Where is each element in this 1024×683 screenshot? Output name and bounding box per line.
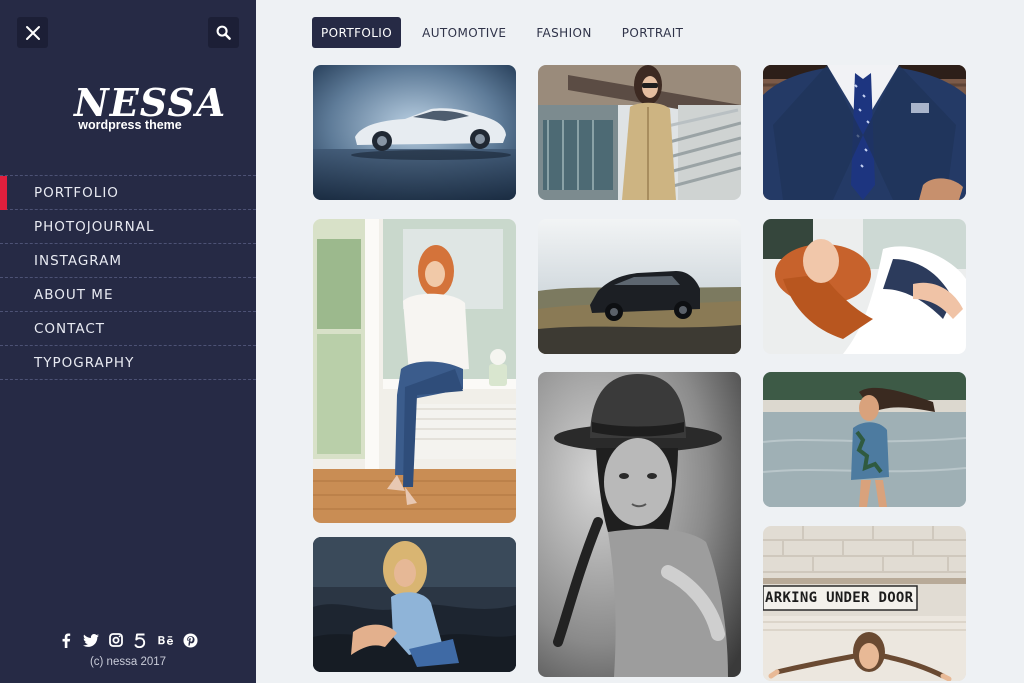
- search-button[interactable]: [208, 17, 239, 48]
- gallery-item-woman-lying[interactable]: [763, 219, 966, 354]
- tab-automotive[interactable]: AUTOMOTIVE: [413, 17, 515, 48]
- woman-rocks-photo: [313, 537, 516, 672]
- gallery-item-swimsuit[interactable]: [763, 372, 966, 507]
- facebook-icon[interactable]: [58, 632, 74, 648]
- nav-item-instagram[interactable]: INSTAGRAM: [0, 244, 256, 278]
- logo-wordmark: NESSA: [74, 80, 227, 125]
- 500px-icon[interactable]: [133, 632, 149, 648]
- instagram-icon[interactable]: [108, 632, 124, 648]
- gallery-item-parking-sign[interactable]: ARKING UNDER DOOR: [763, 526, 966, 681]
- nav-item-contact[interactable]: CONTACT: [0, 312, 256, 346]
- gallery-item-hat-portrait[interactable]: [538, 372, 741, 677]
- suv-photo: [538, 219, 741, 354]
- sidebar: NESSA wordpress theme PORTFOLIO PHOTOJOU…: [0, 0, 256, 683]
- suit-photo: [763, 65, 966, 200]
- nav-item-label: INSTAGRAM: [34, 252, 123, 269]
- nav-item-typography[interactable]: TYPOGRAPHY: [0, 346, 256, 380]
- hat-portrait-photo: [538, 372, 741, 677]
- woman-window-photo: [313, 219, 516, 523]
- main-nav: PORTFOLIO PHOTOJOURNAL INSTAGRAM ABOUT M…: [0, 175, 256, 380]
- site-logo[interactable]: NESSA wordpress theme: [74, 80, 227, 133]
- nav-item-photojournal[interactable]: PHOTOJOURNAL: [0, 210, 256, 244]
- close-menu-button[interactable]: [17, 17, 48, 48]
- tab-portfolio[interactable]: PORTFOLIO: [312, 17, 402, 48]
- woman-lying-photo: [763, 219, 966, 354]
- gallery-item-woman-rocks[interactable]: [313, 537, 516, 672]
- nav-item-label: TYPOGRAPHY: [34, 354, 135, 371]
- gallery-item-woman-window[interactable]: [313, 219, 516, 523]
- sports-car-photo: [313, 65, 516, 200]
- nav-item-label: PHOTOJOURNAL: [34, 218, 155, 235]
- gallery-item-trench-coat[interactable]: [538, 65, 741, 200]
- behance-icon[interactable]: [157, 632, 174, 648]
- nav-item-about-me[interactable]: ABOUT ME: [0, 278, 256, 312]
- social-links: [0, 632, 256, 648]
- gallery-item-sports-car[interactable]: [313, 65, 516, 200]
- logo-tagline: wordpress theme: [78, 118, 182, 132]
- gallery-item-suit[interactable]: [763, 65, 966, 200]
- nav-item-label: ABOUT ME: [34, 286, 114, 303]
- close-icon: [25, 25, 40, 40]
- nav-item-label: CONTACT: [34, 320, 106, 337]
- twitter-icon[interactable]: [82, 632, 99, 648]
- parking-sign-text: ARKING UNDER DOOR: [765, 590, 914, 606]
- swimsuit-photo: [763, 372, 966, 507]
- trench-coat-photo: [538, 65, 741, 200]
- pinterest-icon[interactable]: [183, 632, 199, 648]
- portfolio-filter-tabs: PORTFOLIO AUTOMOTIVE FASHION PORTRAIT: [312, 17, 704, 48]
- search-icon: [216, 25, 231, 40]
- nav-item-label: PORTFOLIO: [34, 184, 119, 201]
- copyright-text: (c) nessa 2017: [89, 656, 167, 668]
- gallery-item-suv[interactable]: [538, 219, 741, 354]
- tab-fashion[interactable]: FASHION: [527, 17, 600, 48]
- tab-portrait[interactable]: PORTRAIT: [613, 17, 693, 48]
- nav-item-portfolio[interactable]: PORTFOLIO: [0, 176, 256, 210]
